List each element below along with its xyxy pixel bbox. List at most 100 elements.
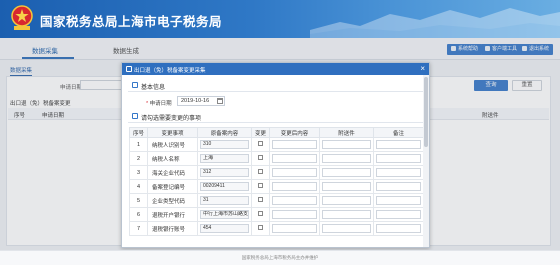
- table-row: 5 企业类型代码 31: [129, 193, 424, 208]
- row-change-cell: [251, 151, 270, 166]
- table-row: 7 退税银行账号 454: [129, 221, 424, 236]
- remark-input[interactable]: [376, 196, 421, 205]
- new-content-input[interactable]: [272, 210, 317, 219]
- row-new-cell: [269, 193, 320, 208]
- table-row: 4 备案登记编号 00209411: [129, 179, 424, 194]
- row-change-cell: [251, 165, 270, 180]
- original-value: 312: [200, 168, 249, 177]
- row-original-cell: 中行上海市苏山路支行: [197, 207, 252, 222]
- row-item: 企业类型代码: [147, 193, 198, 208]
- change-checkbox[interactable]: [258, 211, 263, 216]
- col-item: 变更事项: [147, 127, 198, 138]
- row-seq: 1: [129, 137, 148, 152]
- new-content-input[interactable]: [272, 196, 317, 205]
- new-content-input[interactable]: [272, 168, 317, 177]
- table-row: 1 纳税人识别号 310: [129, 137, 424, 152]
- table-row: 2 纳税人名称 上海: [129, 151, 424, 166]
- row-item: 备案登记编号: [147, 179, 198, 194]
- row-attachment-cell: [319, 221, 374, 236]
- row-new-cell: [269, 221, 320, 236]
- calendar-icon[interactable]: [217, 98, 223, 104]
- row-attachment-cell: [319, 137, 374, 152]
- change-record-modal: 出口退（免）税备案变更采集 × 基本信息 * 申请日期 2019-10-16 请…: [121, 62, 430, 248]
- row-change-cell: [251, 221, 270, 236]
- modal-scroll-thumb[interactable]: [424, 77, 428, 147]
- row-new-cell: [269, 151, 320, 166]
- tax-emblem-icon: [11, 5, 33, 30]
- row-item: 纳税人名称: [147, 151, 198, 166]
- row-remark-cell: [373, 165, 424, 180]
- change-checkbox[interactable]: [258, 225, 263, 230]
- row-remark-cell: [373, 137, 424, 152]
- attachment-input[interactable]: [322, 196, 371, 205]
- row-item: 退税开户银行: [147, 207, 198, 222]
- header-banner: 国家税务总局上海市电子税务局: [0, 0, 560, 38]
- change-checkbox[interactable]: [258, 141, 263, 146]
- change-checkbox[interactable]: [258, 197, 263, 202]
- attachment-input[interactable]: [322, 168, 371, 177]
- row-remark-cell: [373, 179, 424, 194]
- row-item: 纳税人识别号: [147, 137, 198, 152]
- table-row: 6 退税开户银行 中行上海市苏山路支行: [129, 207, 424, 222]
- close-icon[interactable]: ×: [420, 64, 425, 74]
- change-checkbox[interactable]: [258, 155, 263, 160]
- col-change: 变更: [251, 127, 270, 138]
- attachment-input[interactable]: [322, 210, 371, 219]
- row-new-cell: [269, 137, 320, 152]
- change-checkbox[interactable]: [258, 169, 263, 174]
- row-original-cell: 454: [197, 221, 252, 236]
- edit-icon: [132, 113, 138, 119]
- row-seq: 6: [129, 207, 148, 222]
- row-original-cell: 上海: [197, 151, 252, 166]
- basic-info-section: 基本信息: [132, 82, 165, 91]
- row-new-cell: [269, 179, 320, 194]
- new-content-input[interactable]: [272, 154, 317, 163]
- remark-input[interactable]: [376, 168, 421, 177]
- original-value: 31: [200, 196, 249, 205]
- row-change-cell: [251, 193, 270, 208]
- col-original: 原备案内容: [197, 127, 252, 138]
- new-content-input[interactable]: [272, 182, 317, 191]
- row-seq: 2: [129, 151, 148, 166]
- change-items-table: 序号 变更事项 原备案内容 变更 变更后内容 附送件 备注 1 纳税人识别号 3…: [129, 127, 424, 236]
- row-attachment-cell: [319, 207, 374, 222]
- date-label: * 申请日期: [146, 101, 172, 107]
- site-title: 国家税务总局上海市电子税务局: [40, 15, 223, 29]
- original-value: 454: [200, 224, 249, 233]
- modal-header: 出口退（免）税备案变更采集 ×: [122, 63, 429, 75]
- modal-title: 出口退（免）税备案变更采集: [134, 68, 206, 74]
- attachment-input[interactable]: [322, 182, 371, 191]
- new-content-input[interactable]: [272, 140, 317, 149]
- great-wall-graphic: [310, 8, 560, 38]
- row-attachment-cell: [319, 179, 374, 194]
- row-item: 海关企业代码: [147, 165, 198, 180]
- remark-input[interactable]: [376, 224, 421, 233]
- attachment-input[interactable]: [322, 154, 371, 163]
- row-original-cell: 310: [197, 137, 252, 152]
- original-value: 中行上海市苏山路支行: [200, 210, 249, 219]
- row-new-cell: [269, 207, 320, 222]
- remark-input[interactable]: [376, 154, 421, 163]
- row-change-cell: [251, 179, 270, 194]
- col-new-content: 变更后内容: [269, 127, 320, 138]
- attachment-input[interactable]: [322, 224, 371, 233]
- row-seq: 3: [129, 165, 148, 180]
- original-value: 上海: [200, 154, 249, 163]
- edit-icon: [132, 82, 138, 88]
- remark-input[interactable]: [376, 182, 421, 191]
- row-seq: 7: [129, 221, 148, 236]
- remark-input[interactable]: [376, 210, 421, 219]
- row-original-cell: 31: [197, 193, 252, 208]
- new-content-input[interactable]: [272, 224, 317, 233]
- items-section: 请勾选需要变更的事项: [132, 113, 201, 122]
- row-change-cell: [251, 137, 270, 152]
- attachment-input[interactable]: [322, 140, 371, 149]
- row-item: 退税银行账号: [147, 221, 198, 236]
- remark-input[interactable]: [376, 140, 421, 149]
- row-original-cell: 312: [197, 165, 252, 180]
- change-checkbox[interactable]: [258, 183, 263, 188]
- section-divider: [128, 122, 424, 123]
- row-seq: 5: [129, 193, 148, 208]
- row-remark-cell: [373, 193, 424, 208]
- row-remark-cell: [373, 207, 424, 222]
